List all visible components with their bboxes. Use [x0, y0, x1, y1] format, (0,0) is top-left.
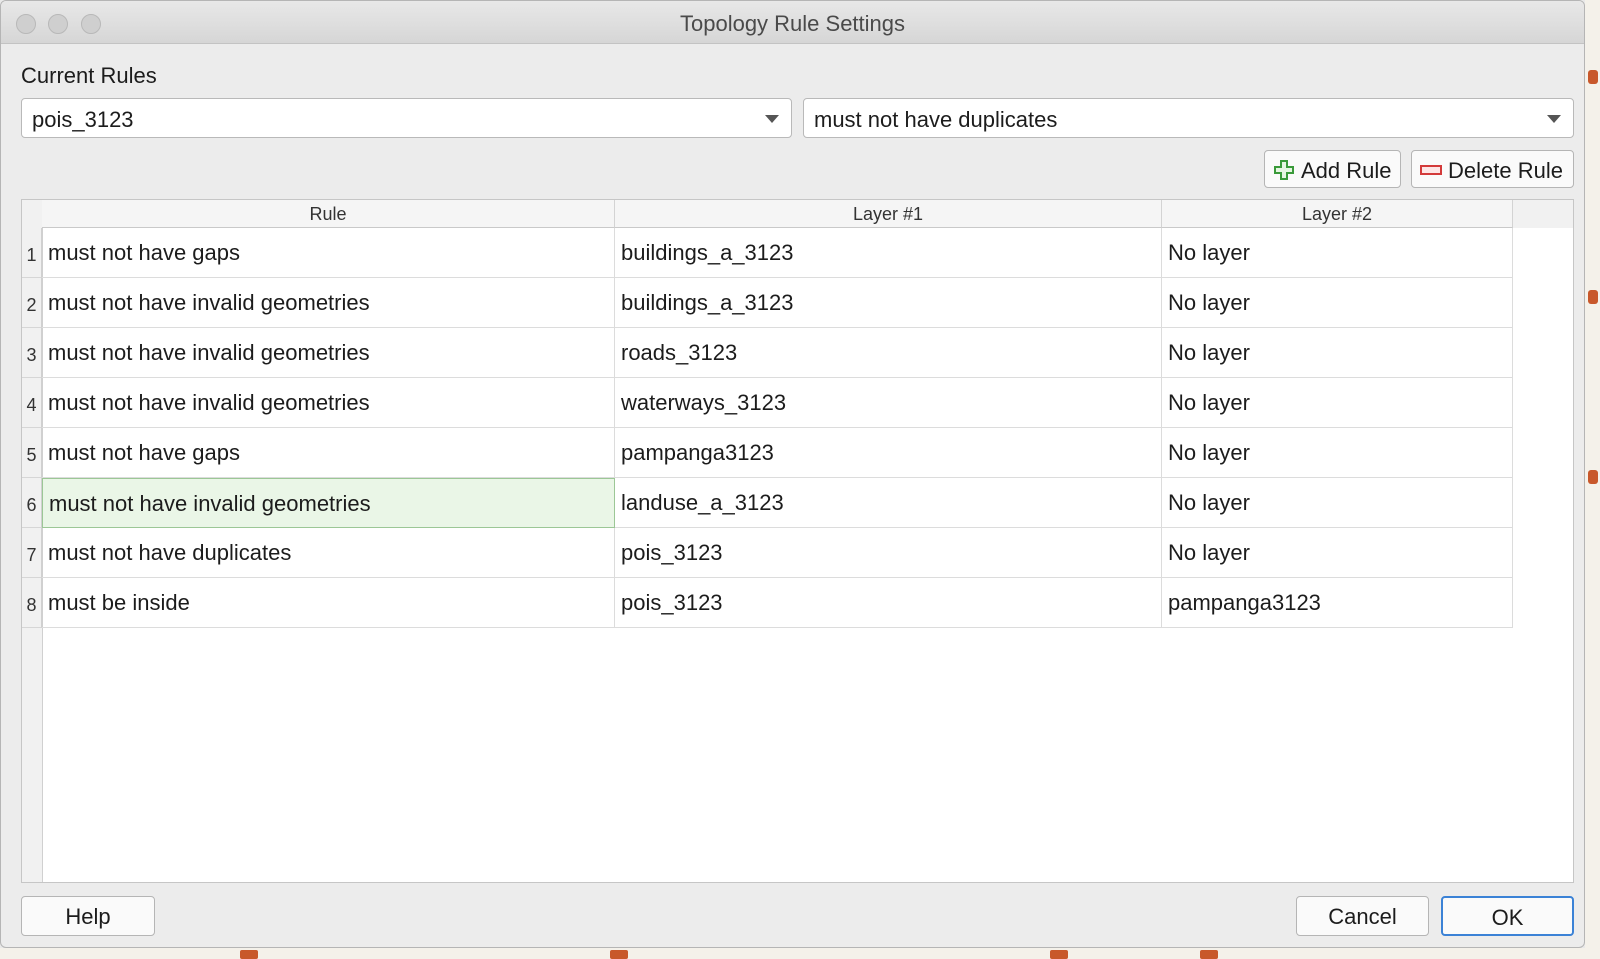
layer-select-value: pois_3123: [32, 107, 134, 132]
rule-cell[interactable]: must not have invalid geometries: [42, 378, 615, 428]
column-header-layer2[interactable]: Layer #2: [1162, 200, 1513, 228]
table-row[interactable]: 7 must not have duplicates pois_3123 No …: [22, 528, 1513, 578]
delete-rule-label: Delete Rule: [1448, 158, 1563, 183]
row-number[interactable]: 6: [22, 478, 42, 528]
rule-cell[interactable]: must not have invalid geometries: [42, 328, 615, 378]
layer2-cell[interactable]: No layer: [1162, 228, 1513, 278]
row-number[interactable]: 2: [22, 278, 42, 328]
add-rule-button[interactable]: Add Rule: [1264, 150, 1401, 188]
layer2-cell[interactable]: No layer: [1162, 478, 1513, 528]
rule-cell[interactable]: must not have duplicates: [42, 528, 615, 578]
column-header-rule[interactable]: Rule: [42, 200, 615, 228]
layer1-cell[interactable]: buildings_a_3123: [615, 228, 1162, 278]
table-row[interactable]: 8 must be inside pois_3123 pampanga3123: [22, 578, 1513, 628]
table-row[interactable]: 3 must not have invalid geometries roads…: [22, 328, 1513, 378]
layer1-cell[interactable]: roads_3123: [615, 328, 1162, 378]
layer2-cell[interactable]: No layer: [1162, 278, 1513, 328]
layer2-cell[interactable]: No layer: [1162, 328, 1513, 378]
rules-table[interactable]: Rule Layer #1 Layer #2 1 must not have g…: [21, 199, 1574, 883]
rule-cell[interactable]: must not have invalid geometries: [42, 278, 615, 328]
row-number[interactable]: 1: [22, 228, 42, 278]
rule-cell[interactable]: must not have gaps: [42, 428, 615, 478]
layer2-cell[interactable]: pampanga3123: [1162, 578, 1513, 628]
row-number[interactable]: 7: [22, 528, 42, 578]
column-header-layer1[interactable]: Layer #1: [615, 200, 1162, 228]
layer1-cell[interactable]: landuse_a_3123: [615, 478, 1162, 528]
layer1-cell[interactable]: buildings_a_3123: [615, 278, 1162, 328]
row-number[interactable]: 8: [22, 578, 42, 628]
table-row[interactable]: 2 must not have invalid geometries build…: [22, 278, 1513, 328]
table-row[interactable]: 5 must not have gaps pampanga3123 No lay…: [22, 428, 1513, 478]
chevron-down-icon: [1547, 115, 1561, 123]
table-row[interactable]: 4 must not have invalid geometries water…: [22, 378, 1513, 428]
layer-select[interactable]: pois_3123: [21, 98, 792, 138]
ok-button[interactable]: OK: [1441, 896, 1574, 936]
layer1-cell[interactable]: waterways_3123: [615, 378, 1162, 428]
current-rules-label: Current Rules: [21, 63, 157, 88]
row-number[interactable]: 4: [22, 378, 42, 428]
background-map: [1585, 0, 1600, 959]
background-map-bottom: [0, 948, 1600, 959]
row-number[interactable]: 3: [22, 328, 42, 378]
add-rule-label: Add Rule: [1301, 158, 1392, 183]
layer2-cell[interactable]: No layer: [1162, 528, 1513, 578]
delete-rule-button[interactable]: Delete Rule: [1411, 150, 1574, 188]
layer1-cell[interactable]: pois_3123: [615, 528, 1162, 578]
title-bar[interactable]: Topology Rule Settings: [1, 1, 1584, 44]
help-button[interactable]: Help: [21, 896, 155, 936]
chevron-down-icon: [765, 115, 779, 123]
table-row-selected[interactable]: 6 must not have invalid geometries landu…: [22, 478, 1513, 528]
cancel-button[interactable]: Cancel: [1296, 896, 1429, 936]
layer2-cell[interactable]: No layer: [1162, 378, 1513, 428]
window-title: Topology Rule Settings: [679, 11, 906, 36]
header-filler: [1513, 200, 1573, 228]
add-icon: [1274, 160, 1294, 180]
topology-rule-settings-dialog: Topology Rule Settings Current Rules poi…: [0, 0, 1585, 948]
table-row[interactable]: 1 must not have gaps buildings_a_3123 No…: [22, 228, 1513, 278]
rule-select[interactable]: must not have duplicates: [803, 98, 1574, 138]
row-number[interactable]: 5: [22, 428, 42, 478]
layer1-cell[interactable]: pois_3123: [615, 578, 1162, 628]
rule-cell[interactable]: must not have gaps: [42, 228, 615, 278]
remove-icon: [1420, 165, 1442, 175]
layer2-cell[interactable]: No layer: [1162, 428, 1513, 478]
layer1-cell[interactable]: pampanga3123: [615, 428, 1162, 478]
rule-select-value: must not have duplicates: [814, 107, 1058, 132]
rule-cell[interactable]: must be inside: [42, 578, 615, 628]
rule-cell-selected[interactable]: must not have invalid geometries: [42, 478, 615, 528]
